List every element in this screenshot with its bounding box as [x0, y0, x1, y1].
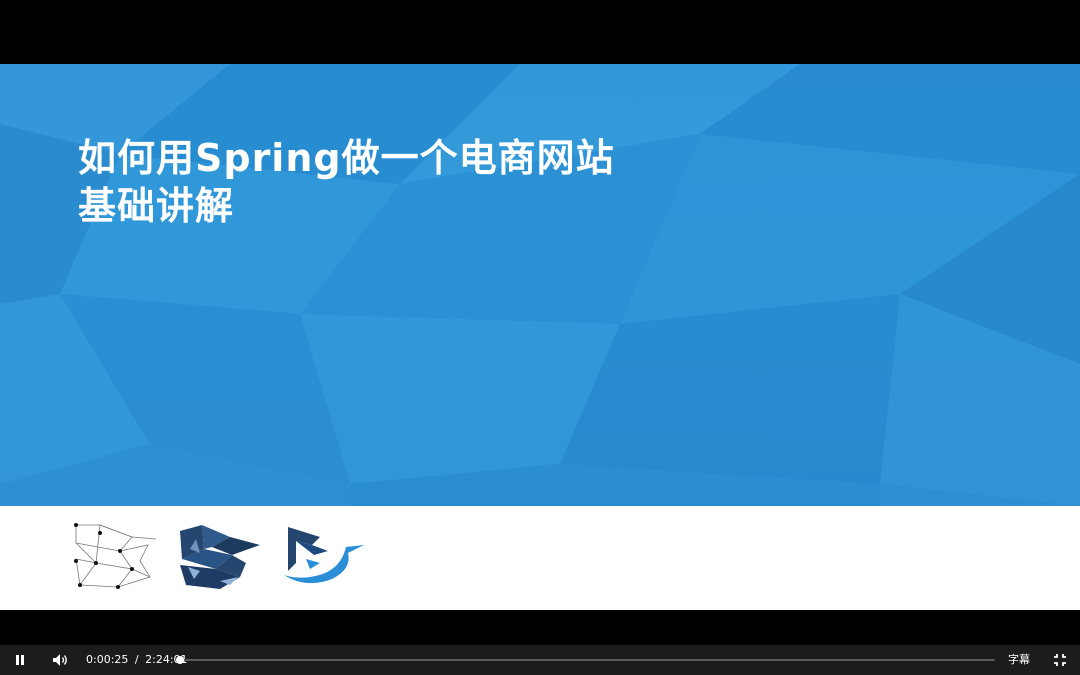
video-area[interactable]: 如何用Spring做一个电商网站 基础讲解 [0, 0, 1080, 645]
time-display: 0:00:25 / 2:24:01 [86, 645, 188, 675]
progress-bar[interactable] [176, 656, 995, 664]
pause-button[interactable] [8, 645, 32, 675]
flat-logo [284, 527, 364, 584]
volume-icon [53, 654, 67, 666]
subtitle-button[interactable]: 字幕 [1008, 645, 1030, 675]
pause-icon [16, 655, 24, 665]
volume-button[interactable] [48, 645, 74, 675]
slide-header-background: 如何用Spring做一个电商网站 基础讲解 [0, 64, 1080, 506]
current-time: 0:00:25 [86, 653, 129, 666]
exit-fullscreen-button[interactable] [1048, 645, 1072, 675]
exit-fullscreen-icon [1054, 654, 1066, 666]
slide-title: 如何用Spring做一个电商网站 基础讲解 [78, 134, 615, 230]
slide: 如何用Spring做一个电商网站 基础讲解 [0, 64, 1080, 610]
slide-title-line1: 如何用Spring做一个电商网站 [78, 136, 615, 180]
faceted-background-pattern [0, 64, 1080, 506]
video-controls-bar: 0:00:25 / 2:24:01 字幕 [0, 645, 1080, 675]
time-separator: / [134, 653, 139, 666]
slide-title-line2: 基础讲解 [78, 184, 235, 228]
faceted-logo [180, 525, 260, 589]
progress-track [178, 659, 995, 661]
logo-evolution-graphic [74, 523, 364, 589]
progress-thumb[interactable] [176, 656, 185, 664]
wireframe-logo [75, 524, 157, 588]
